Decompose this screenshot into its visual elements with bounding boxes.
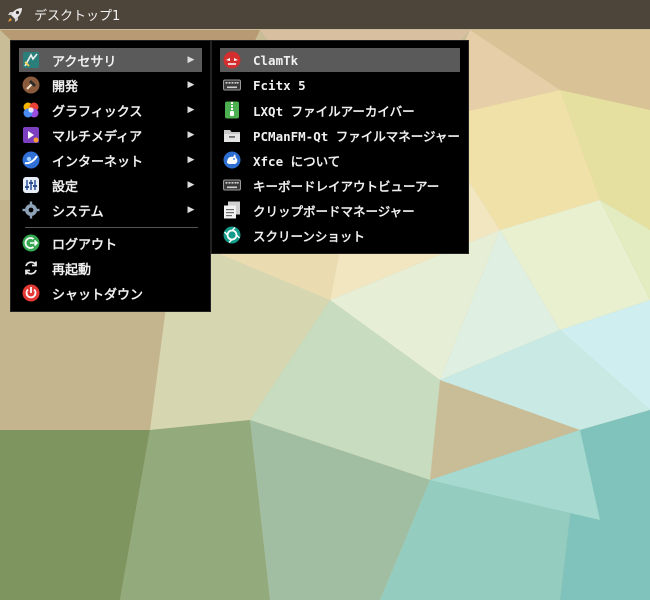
submenu-item-about-xfce[interactable]: Xfce について <box>220 148 460 172</box>
menu-item-label: マルチメディア <box>52 129 143 145</box>
xfce-icon <box>223 151 241 169</box>
clamtk-icon <box>223 51 241 69</box>
screenshot-icon <box>223 226 241 244</box>
submenu-item-label: LXQt ファイルアーカイバー <box>253 103 415 119</box>
power-icon <box>22 284 40 302</box>
submenu-item-keyboard-layout-viewer[interactable]: キーボードレイアウトビューアー <box>220 173 460 197</box>
menu-separator <box>25 227 198 228</box>
graphics-icon <box>23 102 39 118</box>
submenu-item-label: スクリーンショット <box>253 228 365 244</box>
gear-icon <box>22 201 40 219</box>
submenu-arrow-icon: ▶ <box>187 155 195 165</box>
submenu-arrow-icon: ▶ <box>187 130 195 140</box>
menu-item-label: 再起動 <box>52 262 92 278</box>
menu-item-label: アクセサリ <box>52 54 117 70</box>
menu-item-multimedia[interactable]: マルチメディア ▶ <box>19 123 202 147</box>
menu-item-label: 設定 <box>52 179 79 195</box>
clipboard-icon <box>224 201 240 219</box>
submenu-arrow-icon: ▶ <box>187 180 195 190</box>
hammer-icon <box>22 76 40 94</box>
submenu-item-label: Fcitx 5 <box>253 77 306 93</box>
submenu-item-file-manager[interactable]: PCManFM-Qt ファイルマネージャー <box>220 123 460 147</box>
globe-icon <box>22 151 40 169</box>
menu-item-shutdown[interactable]: シャットダウン <box>19 281 202 305</box>
keyboard-layout-icon <box>223 179 241 191</box>
menu-item-label: ログアウト <box>52 237 118 253</box>
menu-item-reboot[interactable]: 再起動 <box>19 256 202 280</box>
submenu-item-label: ClamTk <box>253 52 299 68</box>
menu-item-accessories[interactable]: アクセサリ ▶ <box>19 48 202 72</box>
logout-icon <box>22 234 40 252</box>
rocket-icon[interactable] <box>6 6 24 24</box>
menu-item-label: システム <box>52 204 104 220</box>
menu-item-label: シャットダウン <box>52 287 144 303</box>
settings-icon <box>23 177 39 193</box>
submenu-item-label: PCManFM-Qt ファイルマネージャー <box>253 128 460 144</box>
reboot-icon <box>25 261 37 275</box>
submenu-item-clipboard-manager[interactable]: クリップボードマネージャー <box>220 198 460 222</box>
submenu-arrow-icon: ▶ <box>187 80 195 90</box>
submenu-arrow-icon: ▶ <box>187 105 195 115</box>
menu-item-system[interactable]: システム ▶ <box>19 198 202 222</box>
accessories-icon <box>23 52 39 68</box>
submenu-item-screenshot[interactable]: スクリーンショット <box>220 223 460 247</box>
menu-item-graphics[interactable]: グラフィックス ▶ <box>19 98 202 122</box>
multimedia-icon <box>23 127 39 143</box>
accessories-submenu: ClamTk Fcitx 5 LXQt ファイルアーカイバー PCManFM-Q… <box>211 40 469 254</box>
workspace-title: デスクトップ1 <box>34 9 121 24</box>
menu-item-internet[interactable]: インターネット ▶ <box>19 148 202 172</box>
submenu-arrow-icon: ▶ <box>187 55 195 65</box>
submenu-item-fcitx5[interactable]: Fcitx 5 <box>220 73 460 97</box>
submenu-item-label: Xfce について <box>253 153 341 169</box>
menu-item-label: グラフィックス <box>52 104 143 120</box>
menu-item-development[interactable]: 開発 ▶ <box>19 73 202 97</box>
submenu-item-label: クリップボードマネージャー <box>253 203 415 219</box>
application-menu: アクセサリ ▶ 開発 ▶ グラフィックス ▶ マルチメディア ▶ インターネット… <box>10 40 211 312</box>
submenu-item-archiver[interactable]: LXQt ファイルアーカイバー <box>220 98 460 122</box>
menu-item-label: インターネット <box>52 154 144 170</box>
keyboard-icon <box>223 79 241 91</box>
menu-item-logout[interactable]: ログアウト <box>19 231 202 255</box>
file-manager-icon <box>224 130 240 142</box>
archive-icon <box>225 101 239 119</box>
top-panel: デスクトップ1 <box>0 0 650 29</box>
menu-item-settings[interactable]: 設定 ▶ <box>19 173 202 197</box>
submenu-item-clamtk[interactable]: ClamTk <box>220 48 460 72</box>
submenu-item-label: キーボードレイアウトビューアー <box>253 178 440 194</box>
menu-item-label: 開発 <box>52 79 79 95</box>
submenu-arrow-icon: ▶ <box>187 205 195 215</box>
